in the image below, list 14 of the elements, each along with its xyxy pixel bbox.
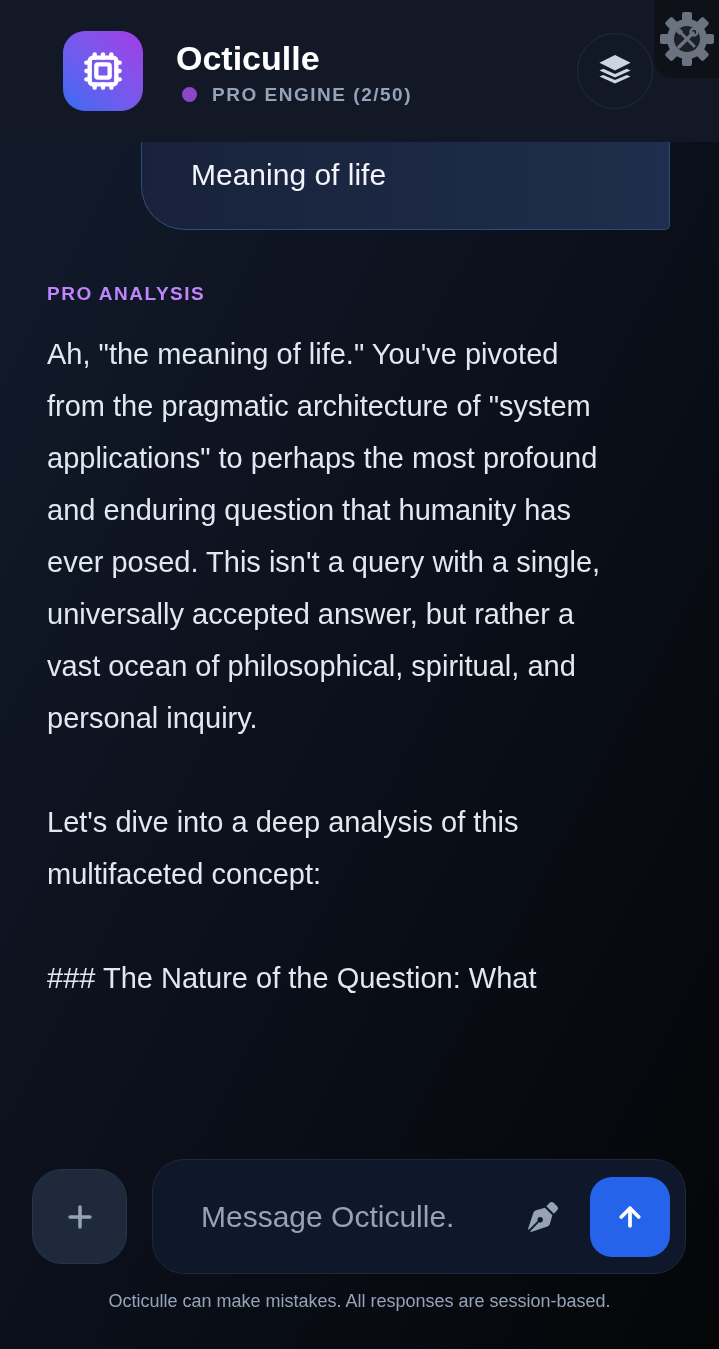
response-paragraph: Ah, "the meaning of life." You've pivoted from the pragmatic architecture of "system applications" to perhaps the most profound and enduring question that humanity has ever posed. This isn't a query with a single, universally accepted answer, but rather a vast ocean of philosophical, spiritual, and personal inquiry. bbox=[47, 337, 602, 736]
app-title: Octiculle bbox=[176, 40, 321, 75]
settings-button[interactable] bbox=[654, 0, 719, 78]
user-message-text: Meaning of life bbox=[191, 159, 387, 190]
settings-icon[interactable] bbox=[659, 12, 714, 66]
engine-status-label: PRO ENGINE (2/50) bbox=[212, 84, 413, 104]
message-input-field[interactable]: Message Octiculle. bbox=[201, 1194, 516, 1239]
response-paragraph: ### The Nature of the Question: What bbox=[47, 961, 538, 996]
response-paragraph: Let's dive into a deep analysis of this multifaceted concept: bbox=[47, 805, 520, 892]
response-label: PRO ANALYSIS bbox=[47, 284, 206, 303]
app-logo-icon bbox=[63, 31, 143, 111]
send-button[interactable] bbox=[590, 1176, 670, 1257]
disclaimer-text: Octiculle can make mistakes. All responses are session-based. bbox=[108, 1290, 611, 1313]
pen-nib-icon[interactable] bbox=[528, 1201, 558, 1232]
